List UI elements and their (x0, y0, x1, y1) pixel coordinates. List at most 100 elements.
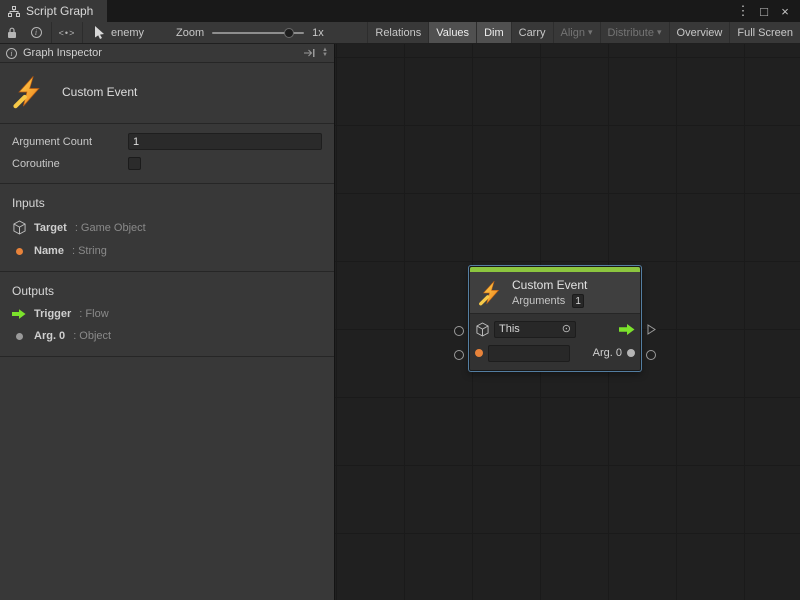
toolbar-separator (82, 22, 83, 43)
chevron-down-icon: ▾ (657, 27, 662, 38)
coroutine-row: Coroutine (12, 157, 322, 170)
inspector-header: i Graph Inspector ▲ ▼ (0, 44, 334, 63)
port-type: : String (72, 245, 107, 257)
node-header-text: Custom Event Arguments 1 (512, 278, 587, 308)
toolbar-separator (51, 22, 52, 43)
coroutine-label: Coroutine (12, 158, 128, 170)
flow-arrow-icon (12, 309, 26, 319)
node-body: This ⊙ Arg. 0 (470, 313, 640, 370)
fullscreen-button[interactable]: Full Screen (729, 22, 800, 43)
trigger-connection-port[interactable] (647, 324, 656, 335)
values-button[interactable]: Values (428, 22, 476, 43)
graph-canvas[interactable]: Custom Event Arguments 1 (335, 44, 800, 600)
script-graph-icon (8, 6, 20, 17)
event-header: Custom Event (0, 63, 334, 124)
outputs-title: Outputs (12, 284, 322, 298)
arg-output-label: Arg. 0 (593, 347, 622, 359)
port-name: Target (34, 222, 67, 234)
lock-icon[interactable] (0, 22, 24, 43)
arguments-label: Arguments (512, 295, 565, 307)
edit-source-icon[interactable]: <•> (55, 22, 79, 43)
coroutine-checkbox[interactable] (128, 157, 141, 170)
zoom-label: Zoom (176, 27, 204, 39)
dock-icon[interactable] (303, 48, 315, 58)
window-controls: ⋮ □ × (734, 0, 800, 22)
tab-title: Script Graph (26, 4, 93, 18)
name-port-row: Arg. 0 (475, 343, 635, 363)
graph-name-label: enemy (111, 27, 144, 39)
cube-icon (12, 220, 26, 235)
argument-count-row: Argument Count (12, 133, 322, 150)
graph-inspector-panel: i Graph Inspector ▲ ▼ (0, 44, 335, 600)
info-toggle-icon[interactable]: i (24, 22, 48, 43)
trigger-output-port[interactable] (619, 324, 635, 335)
target-dropdown[interactable]: This ⊙ (494, 321, 576, 338)
port-name: Arg. 0 (34, 330, 65, 342)
target-dropdown-value: This (499, 323, 520, 335)
info-icon: i (31, 27, 42, 38)
port-type: : Game Object (75, 222, 146, 234)
cube-icon (475, 322, 489, 337)
node-title: Custom Event (512, 278, 587, 292)
align-label: Align (561, 27, 585, 39)
port-type: : Object (73, 330, 111, 342)
name-connection-port[interactable] (454, 350, 464, 360)
node-header[interactable]: Custom Event Arguments 1 (470, 272, 640, 313)
inspector-header-controls: ▲ ▼ (303, 48, 328, 58)
name-input-port[interactable] (475, 349, 483, 357)
zoom-control: Zoom 1x (176, 27, 324, 39)
maximize-icon[interactable]: □ (755, 2, 773, 20)
list-item: Arg. 0 : Object (12, 330, 322, 342)
string-port-icon (12, 248, 26, 255)
close-icon[interactable]: × (776, 2, 794, 20)
carry-button[interactable]: Carry (511, 22, 553, 43)
scroll-spinner[interactable]: ▲ ▼ (322, 48, 328, 58)
graph-pointer-icon (94, 26, 105, 39)
target-connection-port[interactable] (454, 326, 464, 336)
arg-output-port[interactable] (627, 349, 635, 357)
custom-event-icon (12, 75, 46, 109)
port-name: Trigger (34, 308, 71, 320)
arguments-count-badge: 1 (572, 294, 584, 308)
name-field[interactable] (488, 345, 570, 362)
dim-button[interactable]: Dim (476, 22, 511, 43)
graph-toolbar: i <•> enemy Zoom 1x Relations Values Dim… (0, 22, 800, 44)
inputs-section: Inputs Target : Game Object Name : Strin… (0, 184, 334, 272)
list-item: Name : String (12, 245, 322, 257)
port-type: : Flow (79, 308, 108, 320)
node-arguments-line: Arguments 1 (512, 294, 587, 308)
chevron-down-icon: ▾ (588, 27, 593, 38)
port-name: Name (34, 245, 64, 257)
inspector-title: Graph Inspector (23, 47, 102, 59)
event-fields: Argument Count Coroutine (0, 124, 334, 184)
list-item: Target : Game Object (12, 220, 322, 235)
custom-event-node[interactable]: Custom Event Arguments 1 (469, 266, 641, 371)
align-dropdown: Align ▾ (553, 22, 600, 43)
custom-event-icon (478, 280, 504, 306)
tab-script-graph[interactable]: Script Graph (0, 0, 107, 22)
outputs-section: Outputs Trigger : Flow Arg. 0 : Object (0, 272, 334, 357)
info-icon: i (6, 48, 17, 59)
zoom-slider[interactable] (212, 32, 304, 34)
script-graph-window: Script Graph ⋮ □ × i <•> enemy Zoom (0, 0, 800, 600)
relations-button[interactable]: Relations (367, 22, 428, 43)
window-menu-icon[interactable]: ⋮ (734, 2, 752, 20)
argument-count-label: Argument Count (12, 136, 128, 148)
scroll-down-icon[interactable]: ▼ (322, 53, 328, 58)
target-port-row: This ⊙ (475, 319, 635, 339)
inputs-title: Inputs (12, 196, 322, 210)
toolbar-buttons: Relations Values Dim Carry Align ▾ Distr… (367, 22, 800, 43)
zoom-value: 1x (312, 27, 324, 39)
arg-connection-port[interactable] (646, 350, 656, 360)
object-port-icon (12, 333, 26, 340)
overview-button[interactable]: Overview (669, 22, 730, 43)
zoom-slider-handle[interactable] (284, 28, 294, 38)
distribute-dropdown: Distribute ▾ (600, 22, 669, 43)
titlebar: Script Graph ⋮ □ × (0, 0, 800, 22)
event-title: Custom Event (62, 85, 137, 99)
object-picker-icon[interactable]: ⊙ (562, 324, 571, 335)
graph-breadcrumb[interactable]: enemy (86, 26, 152, 39)
list-item: Trigger : Flow (12, 308, 322, 320)
distribute-label: Distribute (608, 27, 654, 39)
argument-count-field[interactable] (128, 133, 322, 150)
